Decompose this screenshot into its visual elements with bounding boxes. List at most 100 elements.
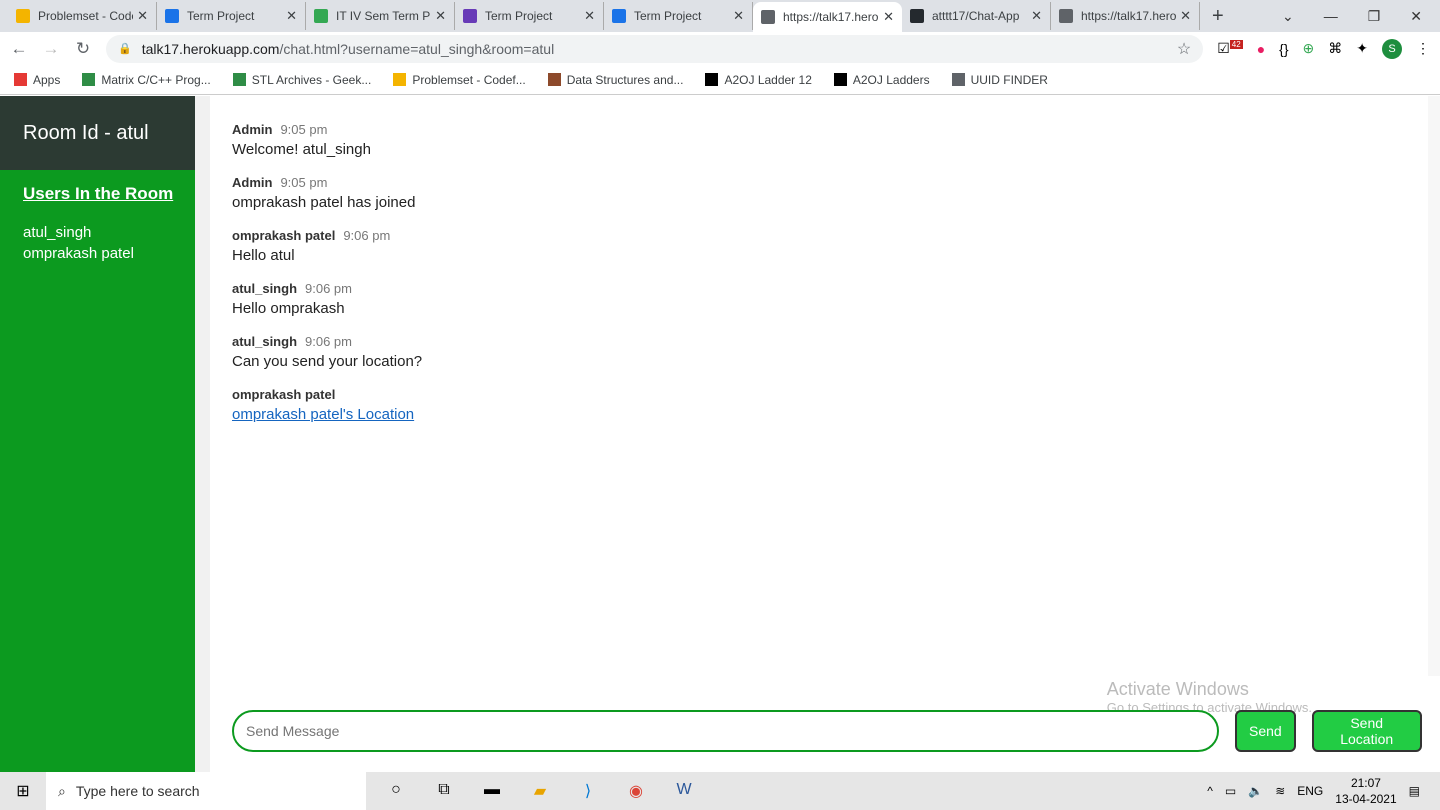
tab-favicon-icon bbox=[314, 9, 328, 23]
close-tab-icon[interactable]: ✕ bbox=[137, 8, 148, 24]
send-location-button[interactable]: Send Location bbox=[1311, 710, 1422, 752]
tab-favicon-icon bbox=[761, 10, 775, 24]
browser-tab[interactable]: Term Project ✕ bbox=[455, 2, 604, 30]
menu-icon[interactable]: ⋮ bbox=[1416, 40, 1430, 57]
browser-tab[interactable]: Problemset - Codeforces ✕ bbox=[8, 2, 157, 30]
user-list-item: atul_singh bbox=[23, 224, 92, 241]
glasses-extension-icon[interactable]: ⌘ bbox=[1328, 40, 1342, 57]
notifications-icon[interactable]: ▤ bbox=[1409, 784, 1420, 798]
file-explorer-icon[interactable]: ▰ bbox=[528, 781, 552, 801]
taskbar-search[interactable]: ⌕ Type here to search bbox=[46, 772, 366, 810]
browser-tab[interactable]: atttt17/Chat-App ✕ bbox=[902, 2, 1051, 30]
wifi-icon[interactable]: ≋ bbox=[1275, 784, 1285, 798]
bookmark-item[interactable]: STL Archives - Geek... bbox=[232, 72, 372, 87]
users-heading: Users In the Room bbox=[23, 184, 174, 203]
browser-tab[interactable]: https://talk17.herokuapp.com ✕ bbox=[753, 2, 902, 32]
volume-icon[interactable]: 🔈 bbox=[1248, 784, 1263, 798]
message-input[interactable] bbox=[232, 710, 1219, 752]
chrome-icon[interactable]: ◉ bbox=[624, 781, 648, 801]
close-tab-icon[interactable]: ✕ bbox=[1180, 8, 1191, 24]
message-text: Hello omprakash bbox=[232, 300, 345, 317]
browser-tab[interactable]: https://talk17.herokuapp.com✕ bbox=[1051, 2, 1200, 30]
address-bar[interactable]: 🔒 talk17.herokuapp.com/chat.html?usernam… bbox=[106, 34, 1204, 63]
message-author: omprakash patel bbox=[232, 387, 336, 402]
bookmark-item[interactable]: A2OJ Ladder 12 bbox=[705, 73, 812, 87]
message-author: atul_singh bbox=[232, 334, 298, 349]
message-text: Welcome! atul_singh bbox=[232, 141, 371, 158]
color-extension-icon[interactable]: ● bbox=[1257, 41, 1265, 57]
location-link[interactable]: omprakash patel's Location bbox=[232, 406, 414, 423]
maximize-button[interactable]: ❐ bbox=[1368, 8, 1381, 25]
tab-strip: Problemset - Codeforces✕Term Project✕IT … bbox=[0, 0, 1440, 32]
clock-time: 21:07 bbox=[1350, 776, 1381, 790]
bookmark-item[interactable]: Problemset - Codef... bbox=[393, 73, 526, 87]
message-time: 9:05 pm bbox=[280, 122, 328, 137]
clock[interactable]: 21:07 13-04-2021 bbox=[1335, 775, 1396, 807]
messages-scrollbar[interactable] bbox=[1428, 96, 1440, 676]
task-view-icon[interactable]: ⧉ bbox=[432, 781, 456, 801]
minimize-button[interactable]: — bbox=[1324, 8, 1338, 25]
chevron-up-icon[interactable]: ^ bbox=[1207, 784, 1213, 798]
close-tab-icon[interactable]: ✕ bbox=[1031, 8, 1042, 24]
tab-search-icon[interactable]: ⌄ bbox=[1282, 8, 1294, 25]
bookmark-label: A2OJ Ladders bbox=[852, 72, 930, 87]
sidebar: Room Id - atul Users In the Room atul_si… bbox=[0, 96, 195, 772]
sidebar-scrollbar[interactable] bbox=[195, 96, 210, 772]
forward-icon[interactable]: → bbox=[42, 39, 60, 59]
message-author: Admin bbox=[232, 175, 273, 190]
json-extension-icon[interactable]: {} bbox=[1279, 41, 1288, 57]
message-time: 9:05 pm bbox=[280, 175, 328, 190]
tab-favicon-icon bbox=[16, 9, 30, 23]
reload-icon[interactable]: ↻ bbox=[74, 39, 92, 59]
bookmark-item[interactable]: Matrix C/C++ Prog... bbox=[82, 73, 211, 87]
bookmark-item[interactable]: Apps bbox=[14, 73, 60, 87]
cortana-icon[interactable]: ○ bbox=[384, 781, 408, 801]
close-tab-icon[interactable]: ✕ bbox=[584, 8, 595, 24]
close-tab-icon[interactable]: ✕ bbox=[733, 8, 744, 24]
search-icon: ⌕ bbox=[58, 782, 66, 799]
lock-icon: 🔒 bbox=[118, 43, 132, 55]
bookmark-item[interactable]: A2OJ Ladders bbox=[833, 72, 930, 87]
bookmark-label: UUID FINDER bbox=[970, 72, 1048, 87]
vscode-icon[interactable]: ⟩ bbox=[576, 781, 600, 801]
bookmark-label: STL Archives - Geek... bbox=[251, 72, 372, 87]
tab-title: Term Project bbox=[485, 9, 553, 23]
bookmark-label: Data Structures and... bbox=[566, 72, 684, 87]
language-indicator[interactable]: ENG bbox=[1297, 784, 1323, 798]
message: atul_singh 9:06 pm Hello omprakash bbox=[232, 281, 1418, 317]
browser-tab[interactable]: Term Project ✕ bbox=[157, 2, 306, 30]
browser-tab[interactable]: Term Project ✕ bbox=[604, 2, 753, 30]
profile-avatar[interactable]: S bbox=[1382, 38, 1402, 59]
bookmark-icon bbox=[232, 73, 246, 86]
clock-date: 13-04-2021 bbox=[1335, 792, 1397, 806]
message-list: Admin 9:05 pm Welcome! atul_singh Admin 9:05… bbox=[210, 96, 1440, 466]
bookmark-item[interactable]: UUID FINDER bbox=[951, 72, 1048, 87]
terminal-icon[interactable]: ▬ bbox=[480, 781, 504, 801]
close-window-button[interactable]: ✕ bbox=[1410, 8, 1422, 25]
close-tab-icon[interactable]: ✕ bbox=[286, 8, 297, 24]
todo-extension-icon[interactable]: ☑ 42 bbox=[1217, 40, 1243, 57]
bookmark-icon bbox=[82, 73, 96, 86]
windows-start-icon[interactable]: ⊞ bbox=[0, 781, 46, 801]
plus-extension-icon[interactable]: ⊕ bbox=[1303, 40, 1315, 57]
bookmark-star-icon[interactable]: ☆ bbox=[1177, 39, 1191, 59]
extension-badge: 42 bbox=[1229, 40, 1243, 50]
message-author: Admin bbox=[232, 122, 273, 137]
browser-tab[interactable]: IT IV Sem Term Project ✕ bbox=[306, 2, 455, 30]
bookmark-icon bbox=[14, 73, 27, 86]
close-tab-icon[interactable]: ✕ bbox=[883, 9, 894, 25]
puzzle-icon[interactable]: ✦ bbox=[1356, 40, 1368, 57]
back-icon[interactable]: ← bbox=[10, 39, 28, 59]
battery-icon[interactable]: ▭ bbox=[1225, 784, 1236, 798]
send-button[interactable]: Send bbox=[1235, 710, 1296, 752]
tab-title: https://talk17.herokuapp.com bbox=[783, 10, 879, 24]
bookmark-item[interactable]: Data Structures and... bbox=[547, 72, 684, 87]
close-tab-icon[interactable]: ✕ bbox=[435, 8, 446, 24]
new-tab-button[interactable]: + bbox=[1200, 5, 1236, 28]
word-icon[interactable]: W bbox=[672, 781, 696, 801]
bookmark-icon bbox=[833, 73, 847, 86]
bookmark-label: Apps bbox=[33, 72, 61, 87]
chat-app: Room Id - atul Users In the Room atul_si… bbox=[0, 96, 1440, 772]
room-title: Room Id - atul bbox=[0, 96, 195, 170]
url-path: /chat.html?username=atul_singh&room=atul bbox=[279, 40, 555, 57]
